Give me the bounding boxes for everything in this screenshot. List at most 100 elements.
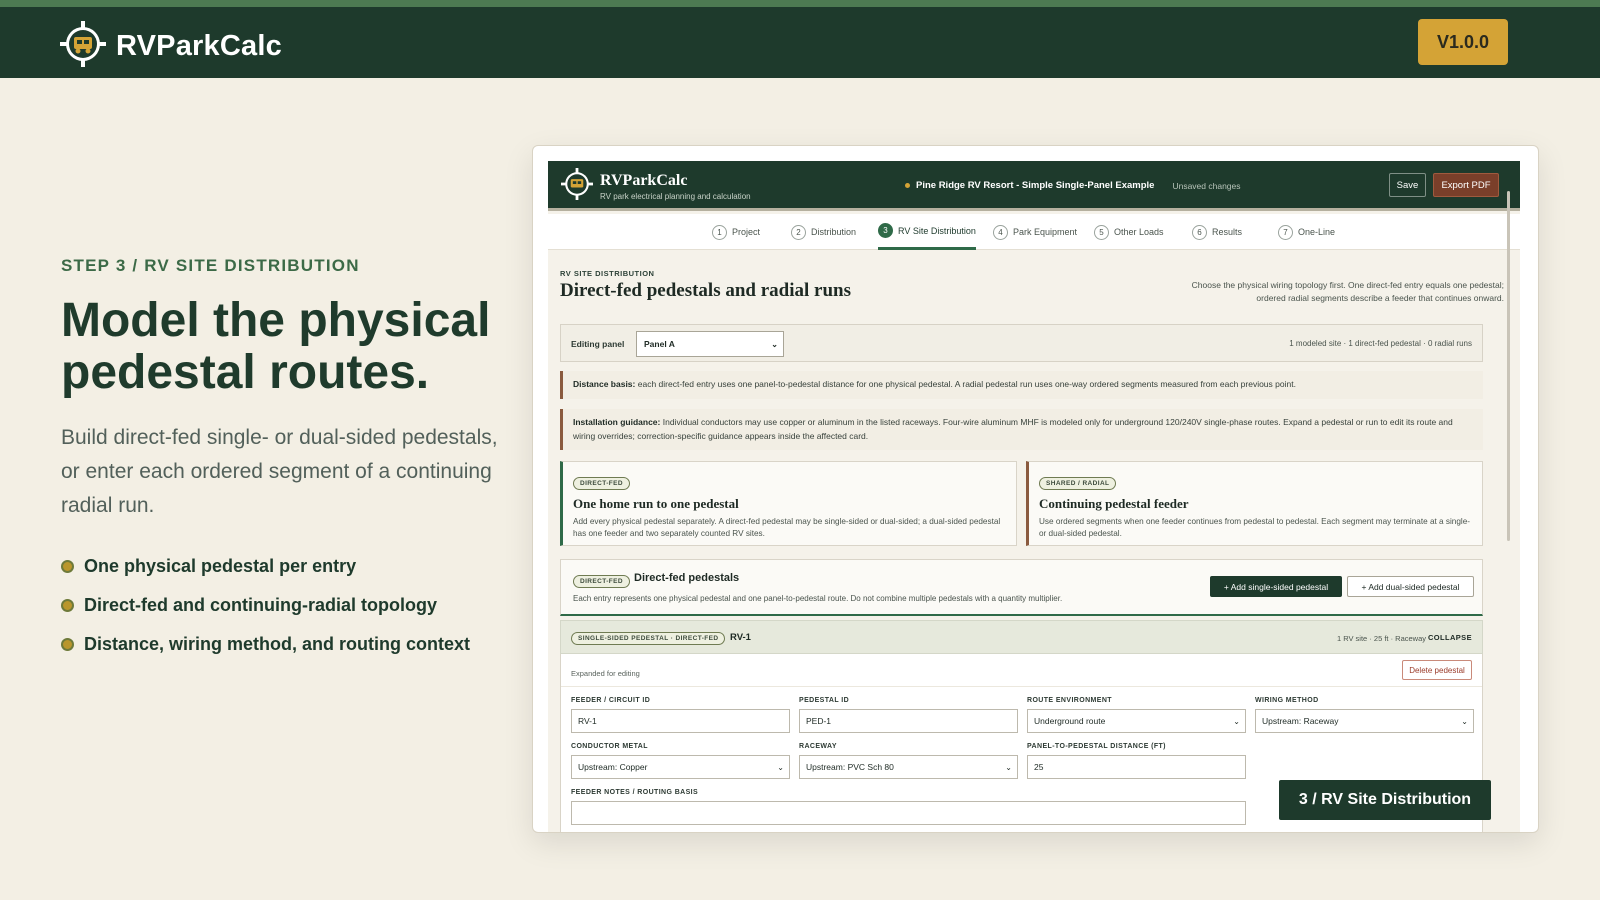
tab-number: 7 <box>1278 224 1293 240</box>
tab-one-line[interactable]: 7 One-Line <box>1278 214 1335 250</box>
section-kicker: RV SITE DISTRIBUTION <box>560 269 655 278</box>
delete-pedestal-button[interactable]: Delete pedestal <box>1402 660 1472 680</box>
distance-input[interactable]: 25 <box>1027 755 1246 779</box>
pedestal-meta: 1 RV site · 25 ft · Raceway <box>1336 634 1426 643</box>
tab-label: Project <box>732 227 761 237</box>
add-dual-sided-pedestal-button[interactable]: + Add dual-sided pedestal <box>1347 576 1474 597</box>
pedestal-id: RV-1 <box>730 632 751 643</box>
tab-label: Other Loads <box>1114 227 1164 237</box>
route-environment-label: ROUTE ENVIRONMENT <box>1027 697 1112 704</box>
feature-label: One physical pedestal per entry <box>84 556 357 576</box>
route-environment-select[interactable]: Underground route ⌄ <box>1027 709 1246 733</box>
tab-number: 2 <box>791 224 806 240</box>
card-title: Continuing pedestal feeder <box>1039 496 1189 511</box>
pedestal-header[interactable]: SINGLE-SIDED PEDESTAL · DIRECT-FED RV-1 … <box>560 620 1483 654</box>
select-value: Underground route <box>1034 716 1106 726</box>
pedestal-type-pill: SINGLE-SIDED PEDESTAL · DIRECT-FED <box>571 632 726 645</box>
feature-list: One physical pedestal per entry Direct-f… <box>61 547 501 664</box>
hero-headline: Model the physical pedestal routes. <box>61 294 491 399</box>
hero: STEP 3 / RV SITE DISTRIBUTION Model the … <box>61 256 501 664</box>
unsaved-dot-icon <box>905 183 910 188</box>
direct-fed-section-title: Direct-fed pedestals <box>634 572 740 584</box>
panel-select[interactable]: Panel A ⌄ <box>636 331 784 357</box>
app-subtitle: RV park electrical planning and calculat… <box>600 192 751 201</box>
panel-select-value: Panel A <box>644 339 675 349</box>
feature-item: One physical pedestal per entry <box>61 547 501 586</box>
bullet-dot-icon <box>61 638 74 651</box>
tab-number: 5 <box>1094 224 1109 240</box>
card-text: Use ordered segments when one feeder con… <box>1039 517 1470 538</box>
app-title: RVParkCalc <box>600 172 688 189</box>
chevron-down-icon: ⌄ <box>771 340 778 349</box>
app-window: RVParkCalc RV park electrical planning a… <box>548 161 1520 832</box>
panel-label: Editing panel <box>571 339 625 349</box>
wiring-method-select[interactable]: Upstream: Raceway ⌄ <box>1255 709 1474 733</box>
project-indicator: Pine Ridge RV Resort - Simple Single-Pan… <box>905 180 1241 191</box>
step-tabs: 1 Project 2 Distribution 3 RV Site Distribu… <box>548 214 1520 250</box>
save-button[interactable]: Save <box>1389 173 1426 197</box>
direct-fed-pill: DIRECT-FED <box>573 477 630 490</box>
tab-results[interactable]: 6 Results <box>1192 214 1242 250</box>
tab-number: 1 <box>712 224 727 240</box>
pedestal-id-input[interactable]: PED-1 <box>799 709 1018 733</box>
chevron-down-icon: ⌄ <box>1233 717 1240 726</box>
direct-fed-pill: DIRECT-FED <box>573 575 630 588</box>
feeder-id-input[interactable]: RV-1 <box>571 709 790 733</box>
distance-label: PANEL-TO-PEDESTAL DISTANCE (FT) <box>1027 743 1166 750</box>
collapse-button[interactable]: COLLAPSE <box>1428 633 1472 642</box>
tab-number: 4 <box>993 224 1008 240</box>
bullet-dot-icon <box>61 599 74 612</box>
feature-item: Direct-fed and continuing-radial topolog… <box>61 586 501 625</box>
tab-project[interactable]: 1 Project <box>712 214 760 250</box>
version-badge[interactable]: V1.0.0 <box>1418 19 1508 65</box>
direct-fed-card[interactable]: DIRECT-FED One home run to one pedestal … <box>560 461 1017 546</box>
tab-park-equipment[interactable]: 4 Park Equipment <box>993 214 1077 250</box>
chevron-down-icon: ⌄ <box>1461 717 1468 726</box>
raceway-select[interactable]: Upstream: PVC Sch 80 ⌄ <box>799 755 1018 779</box>
tab-label: One-Line <box>1298 227 1336 237</box>
step-kicker: STEP 3 / RV SITE DISTRIBUTION <box>61 256 360 275</box>
step-badge: 3 / RV Site Distribution <box>1279 780 1491 820</box>
unsaved-status: Unsaved changes <box>1172 180 1241 191</box>
conductor-metal-select[interactable]: Upstream: Copper ⌄ <box>571 755 790 779</box>
feeder-notes-label: FEEDER NOTES / ROUTING BASIS <box>571 789 699 796</box>
feeder-notes-input[interactable] <box>571 801 1246 825</box>
card-title: One home run to one pedestal <box>573 496 739 511</box>
tab-distribution[interactable]: 2 Distribution <box>791 214 856 250</box>
distance-basis-note: Distance basis: each direct-fed entry us… <box>560 371 1483 399</box>
section-title: Direct-fed pedestals and radial runs <box>560 280 851 301</box>
panel-bar: Editing panel Panel A ⌄ 1 modeled site ·… <box>560 324 1483 362</box>
app-header: RVParkCalc RV park electrical planning a… <box>548 161 1520 211</box>
hero-lede: Build direct-fed single- or dual-sided p… <box>61 426 498 517</box>
note-text: each direct-fed entry uses one panel-to-… <box>637 379 1296 389</box>
brand[interactable]: RVParkCalc <box>60 21 282 72</box>
tab-label: Distribution <box>811 227 857 237</box>
pedestal-id-label: PEDESTAL ID <box>799 697 850 704</box>
note-text: Individual conductors may use copper or … <box>573 417 1453 441</box>
panel-summary: 1 modeled site · 1 direct-fed pedestal ·… <box>1289 339 1472 348</box>
note-label: Installation guidance: <box>573 417 661 427</box>
rv-crosshair-logo-icon <box>60 21 106 72</box>
bullet-dot-icon <box>61 560 74 573</box>
tab-rv-site-distribution[interactable]: 3 RV Site Distribution <box>878 214 976 250</box>
radial-card[interactable]: SHARED / RADIAL Continuing pedestal feed… <box>1026 461 1483 546</box>
scrollbar[interactable] <box>1507 191 1510 541</box>
section-intro: Choose the physical wiring topology firs… <box>1191 280 1504 303</box>
radial-pill: SHARED / RADIAL <box>1039 477 1117 490</box>
raceway-label: RACEWAY <box>799 743 837 750</box>
add-single-sided-pedestal-button[interactable]: + Add single-sided pedestal <box>1210 576 1342 597</box>
wiring-method-label: WIRING METHOD <box>1255 697 1319 704</box>
select-value: Upstream: Raceway <box>1262 716 1339 726</box>
select-value: Upstream: Copper <box>578 762 648 772</box>
select-value: Upstream: PVC Sch 80 <box>806 762 894 772</box>
feature-label: Distance, wiring method, and routing con… <box>84 634 471 654</box>
conductor-metal-label: CONDUCTOR METAL <box>571 743 648 750</box>
chevron-down-icon: ⌄ <box>1005 763 1012 772</box>
app-brand[interactable]: RVParkCalc RV park electrical planning a… <box>561 168 751 205</box>
note-label: Distance basis: <box>573 379 636 389</box>
tab-other-loads[interactable]: 5 Other Loads <box>1094 214 1164 250</box>
installation-guidance-note: Installation guidance: Individual conduc… <box>560 409 1483 450</box>
direct-fed-section: DIRECT-FED Direct-fed pedestals Each ent… <box>560 559 1483 616</box>
export-pdf-button[interactable]: Export PDF <box>1433 173 1499 197</box>
brand-name: RVParkCalc <box>116 30 282 62</box>
